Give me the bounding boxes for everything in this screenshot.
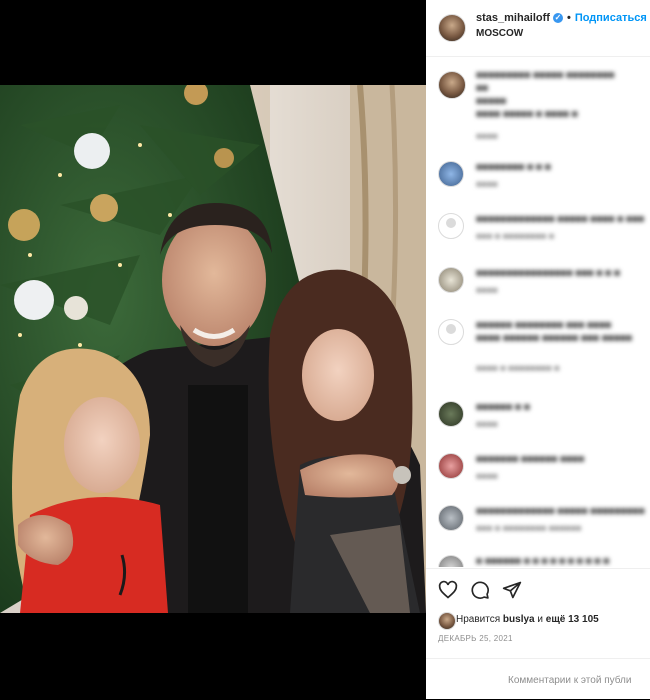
blurred-comment-text: ■■■■■■■■■■■■■ ■■■■■ ■■■■■■■■■ — [476, 506, 645, 517]
commenter-avatar[interactable] — [438, 267, 464, 293]
blurred-comment-meta: ■■■■ — [476, 471, 498, 481]
follow-button[interactable]: Подписаться — [575, 12, 647, 24]
commenter-avatar[interactable] — [438, 161, 464, 187]
share-icon[interactable] — [502, 580, 522, 600]
verified-badge-icon: ✓ — [552, 13, 563, 24]
blurred-caption-text: ■■■■■■■■■ ■■■■■ ■■■■■■■■ ■■ ■■■■■ ■■■■ ■■■■… — [476, 70, 615, 120]
separator-dot: • — [566, 12, 571, 24]
list-item: ■■■■■■■■■■■■■■■■ ■■■ ■ ■ ■ ■■■■ — [426, 263, 650, 305]
caption-avatar[interactable] — [438, 71, 466, 99]
commenter-avatar[interactable] — [438, 505, 464, 531]
blurred-comment-text: ■■■■■■■ ■■■■■■ ■■■■ — [476, 454, 585, 465]
heart-icon[interactable] — [438, 580, 458, 600]
author-line: stas_mihailoff ✓ • Подписаться — [476, 12, 647, 24]
commenter-avatar[interactable] — [438, 401, 464, 427]
author-username[interactable]: stas_mihailoff — [476, 12, 550, 24]
author-avatar[interactable] — [438, 14, 466, 42]
blurred-comment-text: ■■■■■■■■ ■ ■ ■ — [476, 162, 551, 173]
commenter-avatar[interactable] — [438, 555, 464, 567]
blurred-comment-meta: ■■■ ■ ■■■■■■■■ ■ — [476, 231, 555, 241]
blurred-comment-text: ■■■■■■ ■ ■ — [476, 402, 530, 413]
commenter-avatar[interactable] — [438, 213, 464, 239]
caption-comment: ■■■■■■■■■ ■■■■■ ■■■■■■■■ ■■ ■■■■■ ■■■■ ■■■■… — [426, 65, 650, 145]
action-bar — [426, 570, 650, 610]
list-item: ■■■■■■ ■■■■■■■■ ■■■ ■■■■ ■■■■ ■■■■■■ ■■■■… — [426, 315, 650, 383]
post-date[interactable]: ДЕКАБРЬ 25, 2021 — [438, 634, 513, 643]
blurred-caption-meta: ■■■■ — [476, 131, 498, 141]
media-area — [0, 0, 426, 699]
likes-summary[interactable]: Нравится buslya и ещё 13 105 — [456, 614, 599, 625]
blurred-comment-text: ■ ■■■■■■ ■ ■ ■ ■ ■ ■ ■ ■ ■ ■ — [476, 556, 610, 567]
likes-prefix: Нравится — [456, 614, 501, 625]
blurred-comment-text: ■■■■■■■■■■■■■■■■ ■■■ ■ ■ ■ — [476, 268, 620, 279]
post-photo[interactable] — [0, 85, 426, 613]
blurred-comment-meta: ■■■■ ■ ■■■■■■■■ ■ — [476, 363, 560, 373]
likes-count[interactable]: ещё 13 105 — [546, 614, 599, 625]
likes-row: Нравится buslya и ещё 13 105 — [426, 610, 650, 630]
list-item: ■■■■■■■ ■■■■■■ ■■■■ ■■■■ — [426, 449, 650, 491]
post-header: stas_mihailoff ✓ • Подписаться MOSCOW — [426, 0, 650, 56]
list-item: ■■■■■■■■ ■ ■ ■ ■■■■ — [426, 157, 650, 199]
actions-divider — [426, 568, 650, 569]
commenter-avatar[interactable] — [438, 319, 464, 345]
list-item: ■■■■■■■■■■■■■ ■■■■■ ■■■■■■■■■ ■■■ ■ ■■■■… — [426, 501, 650, 543]
blurred-comment-meta: ■■■■ — [476, 419, 498, 429]
add-comment-field[interactable]: Комментарии к этой публи — [426, 658, 650, 700]
comment-icon[interactable] — [470, 580, 490, 600]
list-item: ■■■■■■■■■■■■■ ■■■■■ ■■■■ ■ ■■■ ■■■ ■ ■■■… — [426, 209, 650, 251]
blurred-comment-meta: ■■■ ■ ■■■■■■■■ ■■■■■■ — [476, 523, 582, 533]
commenter-avatar[interactable] — [438, 453, 464, 479]
blurred-comment-text: ■■■■■■■■■■■■■ ■■■■■ ■■■■ ■ ■■■ — [476, 214, 645, 225]
liker-avatar[interactable] — [438, 612, 456, 630]
photo-illustration — [0, 85, 426, 613]
blurred-comment-text: ■■■■■■ ■■■■■■■■ ■■■ ■■■■ ■■■■ ■■■■■■ ■■■■… — [476, 320, 633, 344]
location-link[interactable]: MOSCOW — [476, 28, 523, 39]
comments-list[interactable]: ■■■■■■■■■ ■■■■■ ■■■■■■■■ ■■ ■■■■■ ■■■■ ■■■■… — [426, 57, 650, 567]
likes-and: и — [537, 614, 543, 625]
blurred-comment-meta: ■■■■ — [476, 285, 498, 295]
liker-username[interactable]: buslya — [503, 614, 535, 625]
comment-placeholder: Комментарии к этой публи — [508, 675, 632, 686]
blurred-comment-meta: ■■■■ — [476, 179, 498, 189]
list-item: ■ ■■■■■■ ■ ■ ■ ■ ■ ■ ■ ■ ■ ■ — [426, 551, 650, 567]
list-item: ■■■■■■ ■ ■ ■■■■ — [426, 397, 650, 439]
post-sidebar: stas_mihailoff ✓ • Подписаться MOSCOW ■■■■■… — [426, 0, 650, 699]
